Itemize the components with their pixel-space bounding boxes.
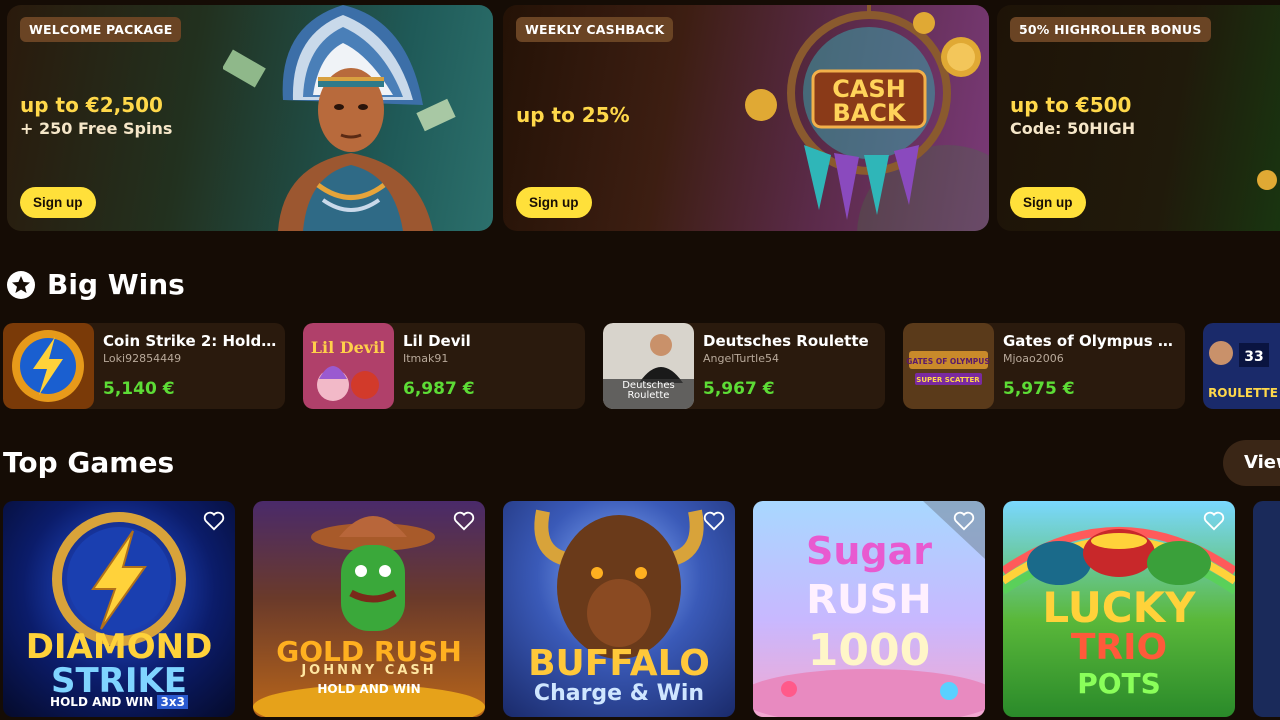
heart-icon[interactable] — [1203, 511, 1225, 531]
big-wins-title: Big Wins — [47, 268, 185, 301]
svg-text:33: 33 — [1244, 349, 1263, 365]
promo-welcome-package[interactable]: WELCOME PACKAGE up to €2,500 + 250 Free … — [7, 5, 493, 231]
win-username: Mjoao2006 — [1003, 352, 1064, 365]
win-amount: 6,987 € — [403, 379, 475, 399]
heart-icon[interactable] — [703, 511, 725, 531]
big-win-item[interactable]: Deutsches Roulette Deutsches Roulette An… — [603, 323, 885, 409]
promo-subline: Code: 50HIGH — [1010, 119, 1136, 138]
game-tile[interactable]: GOLD RUSH JOHNNY CASH HOLD AND WIN — [253, 501, 485, 717]
promo-badge: WEEKLY CASHBACK — [516, 17, 674, 42]
promo-headline: up to €2,500 — [20, 93, 163, 117]
promo-subline: + 250 Free Spins — [20, 119, 173, 138]
win-amount: 5,140 € — [103, 379, 175, 399]
win-game-name: Deutsches Roulette — [703, 332, 869, 350]
coin-strike-thumbnail — [3, 323, 94, 409]
coins-illustration — [1257, 170, 1277, 190]
promo-carousel: WELCOME PACKAGE up to €2,500 + 250 Free … — [7, 5, 1280, 231]
promo-badge: WELCOME PACKAGE — [20, 17, 182, 42]
game-tile[interactable]: BUFFALO Charge & Win — [503, 501, 735, 717]
heart-icon[interactable] — [453, 511, 475, 531]
chief-illustration — [223, 5, 456, 231]
sign-up-button[interactable]: Sign up — [1010, 187, 1086, 218]
win-username: AngelTurtle54 — [703, 352, 779, 365]
game-title-line3: POTS — [1077, 667, 1161, 700]
win-game-name: Lil Devil — [403, 332, 471, 350]
top-games-title: Top Games — [3, 446, 175, 479]
top-games-heading: Top Games — [3, 446, 174, 479]
big-wins-heading: Big Wins — [7, 268, 185, 301]
win-game-name: Gates of Olympus Su... — [1003, 332, 1179, 350]
game-title-line2: JOHNNY CASH — [301, 663, 437, 678]
game-tile-partial[interactable] — [1253, 501, 1280, 717]
svg-text:ROULETTE: ROULETTE — [1208, 386, 1278, 400]
game-title-line2: Charge & Win — [533, 681, 705, 706]
game-tile[interactable]: Sugar RUSH 1000 — [753, 501, 985, 717]
sign-up-button[interactable]: Sign up — [20, 187, 96, 218]
heart-icon[interactable] — [953, 511, 975, 531]
cashback-dreamcatcher-illustration: CASH BACK — [745, 5, 989, 231]
svg-text:SUPER SCATTER: SUPER SCATTER — [916, 376, 980, 384]
win-amount: 5,975 € — [1003, 379, 1075, 399]
heart-icon[interactable] — [203, 511, 225, 531]
promo-headline: up to 25% — [516, 103, 630, 127]
mega-roulette-thumbnail: 33 ROULETTE — [1203, 323, 1280, 409]
game-title-line3: HOLD AND WIN 3x3 — [3, 695, 235, 709]
promo-highroller-bonus[interactable]: 50% HIGHROLLER BONUS up to €500 Code: 50… — [997, 5, 1280, 231]
view-all-button[interactable]: View — [1223, 440, 1280, 486]
win-username: Itmak91 — [403, 352, 449, 365]
promo-headline: up to €500 — [1010, 93, 1132, 117]
promo-badge: 50% HIGHROLLER BONUS — [1010, 17, 1211, 42]
game-title-line1: LUCKY — [1042, 583, 1196, 632]
big-win-item[interactable]: Coin Strike 2: Hold a... Loki92854449 5,… — [3, 323, 285, 409]
big-wins-list: Coin Strike 2: Hold a... Loki92854449 5,… — [3, 323, 1280, 409]
promo-weekly-cashback[interactable]: CASH BACK WEEKLY CASHBACK up to 25% Sign… — [503, 5, 989, 231]
star-icon — [7, 270, 35, 299]
svg-text:Lil Devil: Lil Devil — [311, 338, 385, 357]
big-win-item[interactable]: Lil Devil Lil Devil Itmak91 6,987 € — [303, 323, 585, 409]
gates-of-olympus-thumbnail: GATES OF OLYMPUS SUPER SCATTER — [903, 323, 994, 409]
game-tile[interactable]: DIAMOND STRIKE HOLD AND WIN 3x3 — [3, 501, 235, 717]
game-tile[interactable]: LUCKY TRIO POTS — [1003, 501, 1235, 717]
game-title-line2: RUSH — [806, 577, 932, 623]
cashback-art-text-2: BACK — [832, 99, 906, 127]
sign-up-button[interactable]: Sign up — [516, 187, 592, 218]
win-game-name: Coin Strike 2: Hold a... — [103, 332, 279, 350]
win-username: Loki92854449 — [103, 352, 182, 365]
big-win-item[interactable]: 33 ROULETTE — [1203, 323, 1280, 409]
game-title-line1: BUFFALO — [528, 643, 710, 684]
game-title-line2: TRIO — [1070, 627, 1168, 668]
top-games-list: DIAMOND STRIKE HOLD AND WIN 3x3 GOLD RUS… — [3, 501, 1280, 720]
casino-lobby-page: WELCOME PACKAGE up to €2,500 + 250 Free … — [0, 0, 1280, 720]
svg-text:GATES OF OLYMPUS: GATES OF OLYMPUS — [906, 357, 990, 366]
game-title-line1: Sugar — [805, 529, 932, 573]
deutsches-roulette-thumbnail: Deutsches Roulette — [603, 323, 694, 409]
game-title-line3: HOLD AND WIN — [317, 682, 421, 696]
lil-devil-thumbnail: Lil Devil — [303, 323, 394, 409]
game-title-line3: 1000 — [807, 625, 931, 676]
win-amount: 5,967 € — [703, 379, 775, 399]
big-win-item[interactable]: GATES OF OLYMPUS SUPER SCATTER Gates of … — [903, 323, 1185, 409]
